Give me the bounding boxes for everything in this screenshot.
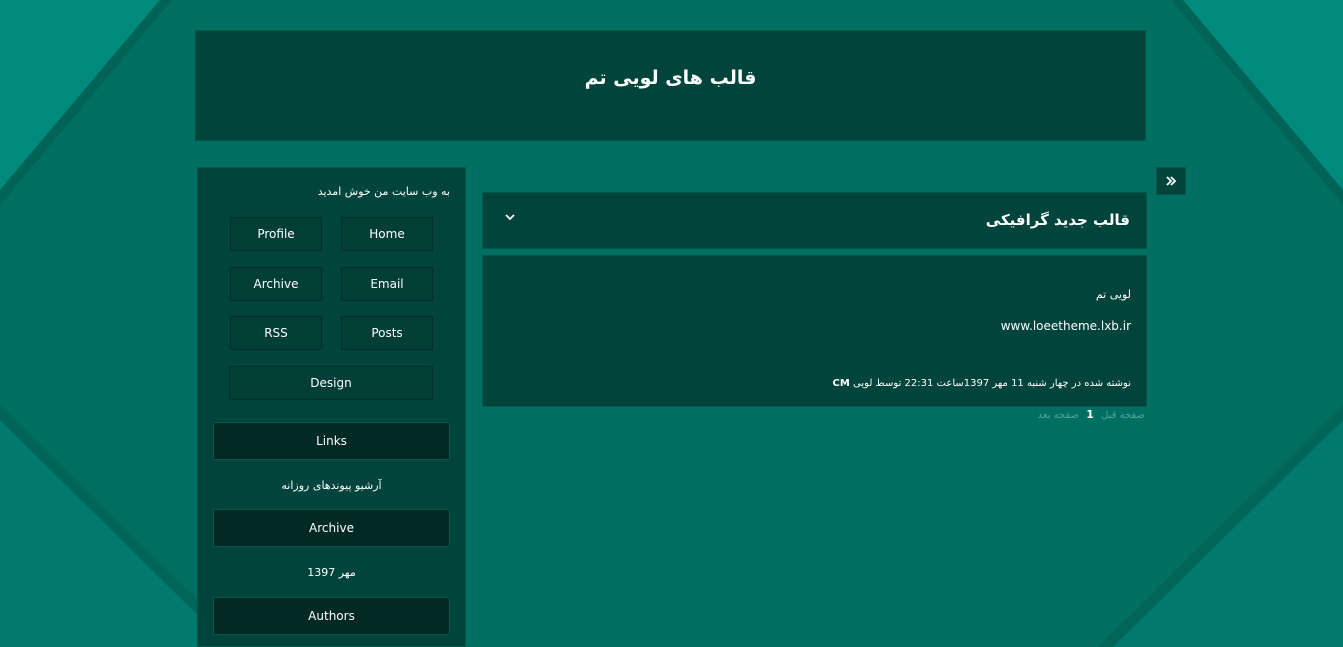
double-chevron-right-icon [1166,176,1177,186]
nav-home-button[interactable]: Home [341,217,433,251]
sidebar: به وب سایت من خوش امدید Home Profile Ema… [197,167,466,647]
nav-profile-button[interactable]: Profile [230,217,322,251]
post-meta: نوشته شده در چهار شنبه 11 مهر 1397ساعت 2… [833,378,1131,389]
pager-next-link[interactable]: صفحه بعد [1038,410,1079,421]
links-block-title: Links [213,422,450,460]
nav-design-button[interactable]: Design [229,366,433,400]
sidebar-toggle-button[interactable] [1156,167,1186,195]
site-title[interactable]: قالب های لویی تم [196,67,1145,89]
post-body-text: لویی تم [1095,288,1131,301]
daily-links-archive-link[interactable]: آرشیو پیوندهای روزانه [198,479,465,492]
archive-block-title: Archive [213,509,450,547]
archive-month-link[interactable]: مهر 1397 [198,566,465,579]
site-header: قالب های لویی تم [195,30,1146,141]
chevron-down-icon[interactable] [503,211,517,223]
post-title[interactable]: قالب جدید گرافیکی [986,211,1130,229]
post-meta-extra[interactable]: CM [833,378,850,389]
post-meta-text: نوشته شده در چهار شنبه 11 مهر 1397ساعت 2… [853,378,1131,389]
welcome-text: به وب سایت من خوش امدید [317,185,450,198]
pager-prev-link[interactable]: صفحه قبل [1101,410,1145,421]
nav-posts-button[interactable]: Posts [341,316,433,350]
authors-block-title: Authors [213,597,450,635]
nav-rss-button[interactable]: RSS [230,316,322,350]
pagination: صفحه قبل 1 صفحه بعد [1036,408,1147,421]
nav-archive-button[interactable]: Archive [230,267,322,301]
post-body: لویی تم www.loeetheme.lxb.ir نوشته شده د… [482,255,1147,407]
post-url-link[interactable]: www.loeetheme.lxb.ir [1001,319,1131,333]
post-header: قالب جدید گرافیکی [482,192,1147,249]
pager-current-page: 1 [1086,408,1094,421]
nav-email-button[interactable]: Email [341,267,433,301]
